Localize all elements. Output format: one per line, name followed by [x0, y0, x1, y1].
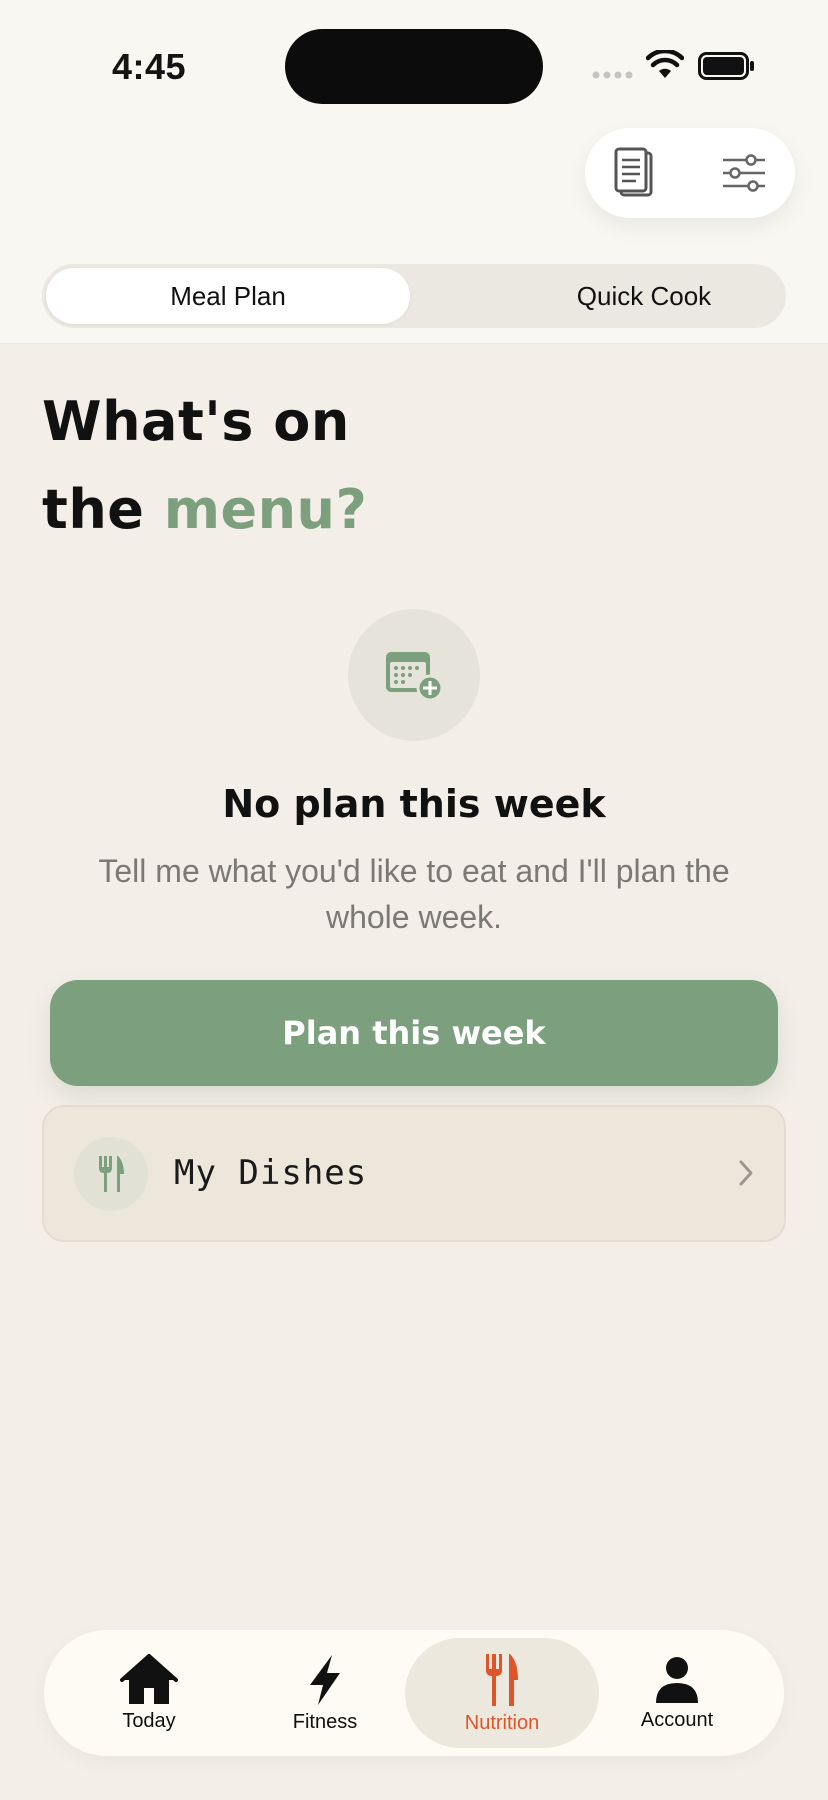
tab-nutrition[interactable]: Nutrition — [405, 1638, 599, 1748]
mode-segmented-control: Meal Plan Quick Cook — [42, 264, 786, 328]
plan-this-week-button[interactable]: Plan this week — [50, 980, 778, 1086]
page-title-line2: the menu? — [42, 466, 367, 554]
empty-state-description: Tell me what you'd like to eat and I'll … — [98, 853, 730, 935]
chevron-right-icon — [739, 1160, 753, 1186]
wifi-icon — [646, 50, 684, 78]
filter-button[interactable] — [715, 144, 773, 202]
page-title-accent: menu? — [163, 478, 368, 541]
page-title: What's on the menu? — [42, 378, 367, 554]
my-dishes-label: My Dishes — [174, 1153, 368, 1193]
tab-nutrition-label: Nutrition — [464, 1711, 540, 1734]
fork-knife-icon — [486, 1653, 518, 1706]
house-icon — [120, 1653, 178, 1704]
fork-knife-icon — [99, 1156, 124, 1192]
top-tools — [585, 128, 795, 218]
empty-state-icon-circle — [348, 609, 480, 741]
tab-quick-cook[interactable]: Quick Cook — [462, 268, 826, 324]
tab-account-label: Account — [640, 1708, 714, 1731]
tab-today-label: Today — [122, 1709, 176, 1732]
cellular-signal-icon — [592, 71, 633, 79]
calendar-add-icon — [386, 652, 444, 702]
page-title-line1: What's on — [42, 390, 350, 453]
person-icon — [656, 1656, 698, 1703]
page-title-prefix: the — [42, 478, 164, 541]
tab-meal-plan[interactable]: Meal Plan — [46, 268, 410, 324]
filter-sliders-icon — [723, 154, 765, 192]
status-bar: 4:45 — [0, 0, 828, 140]
tab-fitness-label: Fitness — [292, 1710, 358, 1733]
bottom-tab-bar: Today Fitness Nutrition Account — [44, 1630, 784, 1756]
battery-icon — [698, 52, 754, 80]
my-dishes-icon-circle — [74, 1137, 148, 1211]
tab-fitness[interactable]: Fitness — [240, 1638, 410, 1748]
recipe-book-icon — [614, 147, 653, 197]
my-dishes-row[interactable]: My Dishes — [42, 1105, 786, 1242]
bolt-icon — [310, 1654, 340, 1705]
tab-today[interactable]: Today — [64, 1638, 234, 1748]
recipe-book-button[interactable] — [605, 144, 663, 202]
empty-state-title: No plan this week — [222, 782, 606, 826]
status-time: 4:45 — [112, 46, 187, 87]
tab-account[interactable]: Account — [592, 1638, 762, 1748]
dynamic-island — [285, 29, 543, 104]
